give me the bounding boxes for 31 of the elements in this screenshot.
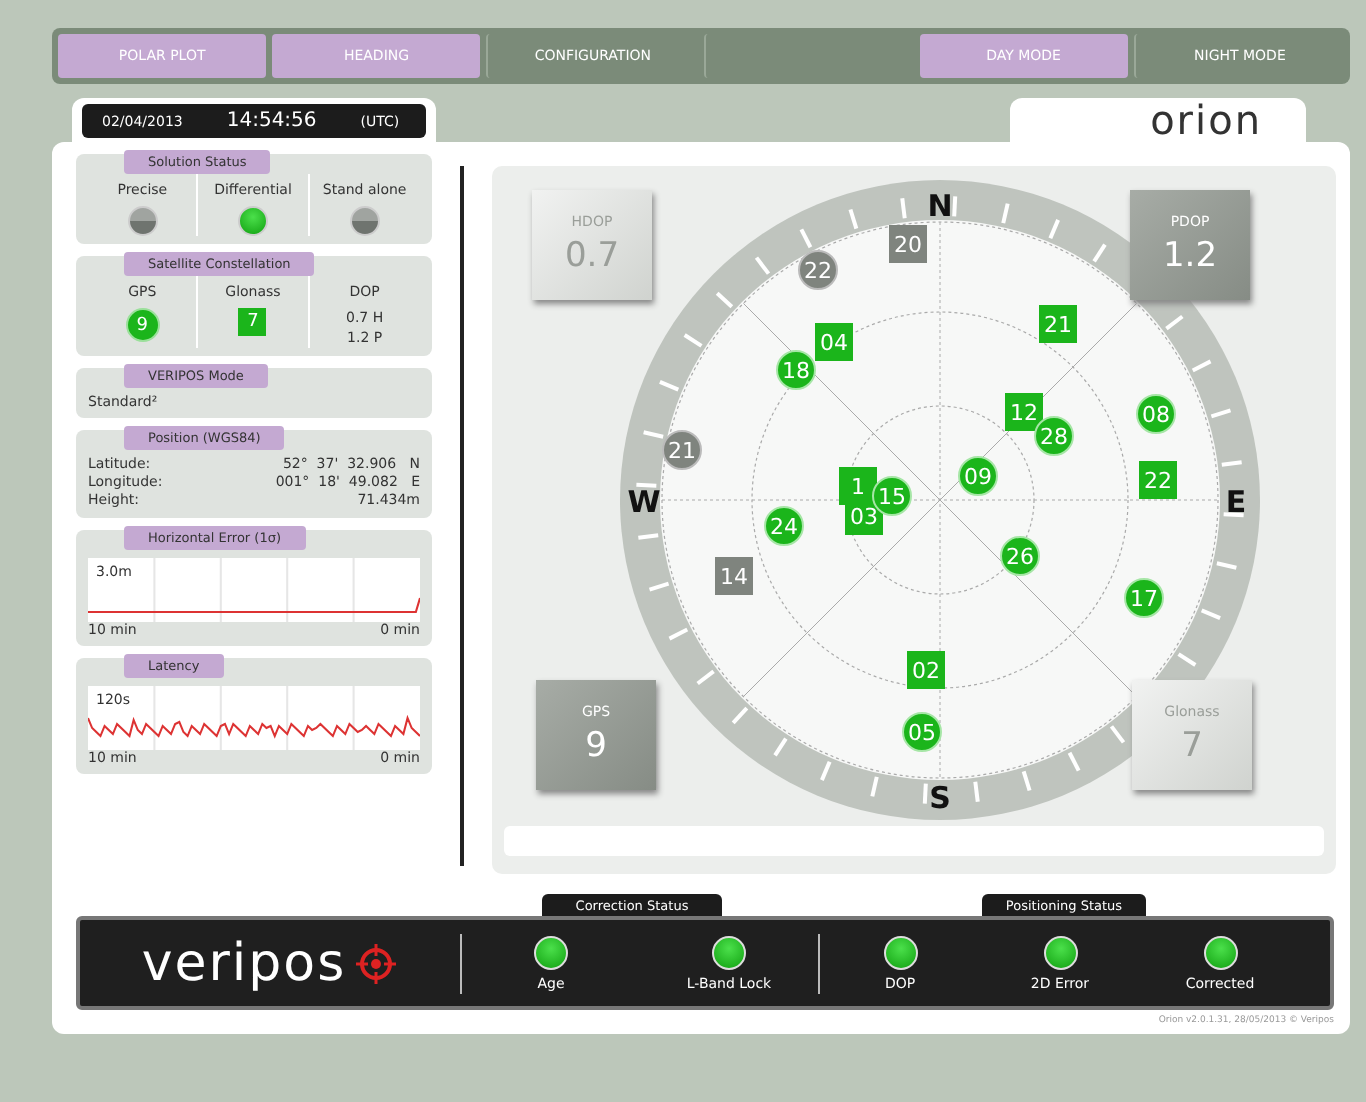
gps-count: 9 [125, 308, 160, 342]
tile-value: 1.2 [1162, 236, 1218, 276]
satellite-marker: 05 [902, 712, 942, 752]
satellite-marker: 21 [662, 430, 702, 470]
satellite-marker: 21 [1039, 305, 1077, 343]
satellite-marker: 18 [776, 350, 816, 390]
veripos-logo: veripos [141, 937, 347, 989]
satellite-marker: 04 [815, 323, 853, 361]
compass-letter: W [627, 484, 661, 520]
crosshair-icon [354, 941, 399, 985]
satellite-marker: 28 [1034, 416, 1074, 456]
compass-letter: S [929, 780, 951, 816]
satellite-marker: 22 [798, 250, 838, 290]
satellite-marker: 09 [958, 456, 998, 496]
satellite-marker: 22 [1139, 461, 1177, 499]
satellite-marker: 02 [907, 651, 945, 689]
tile-value: 7 [1181, 726, 1203, 766]
tile-value: 0.7 [564, 236, 620, 276]
satellite-marker: 12 [1005, 393, 1043, 431]
compass-letter: E [1225, 484, 1247, 520]
time-text: 14:54:56 [226, 110, 317, 132]
tile-value: 9 [585, 726, 607, 766]
satellite-marker: 08 [1136, 394, 1176, 434]
satellite-marker: 20 [889, 225, 927, 263]
orion-logo: orion [1150, 100, 1262, 140]
satellite-marker: 14 [715, 557, 753, 595]
satellite-marker: 24 [764, 506, 804, 546]
satellite-marker: 17 [1124, 578, 1164, 618]
compass-letter: N [927, 188, 953, 224]
glonass-count: 7 [238, 308, 267, 336]
satellite-marker: 26 [1000, 536, 1040, 576]
